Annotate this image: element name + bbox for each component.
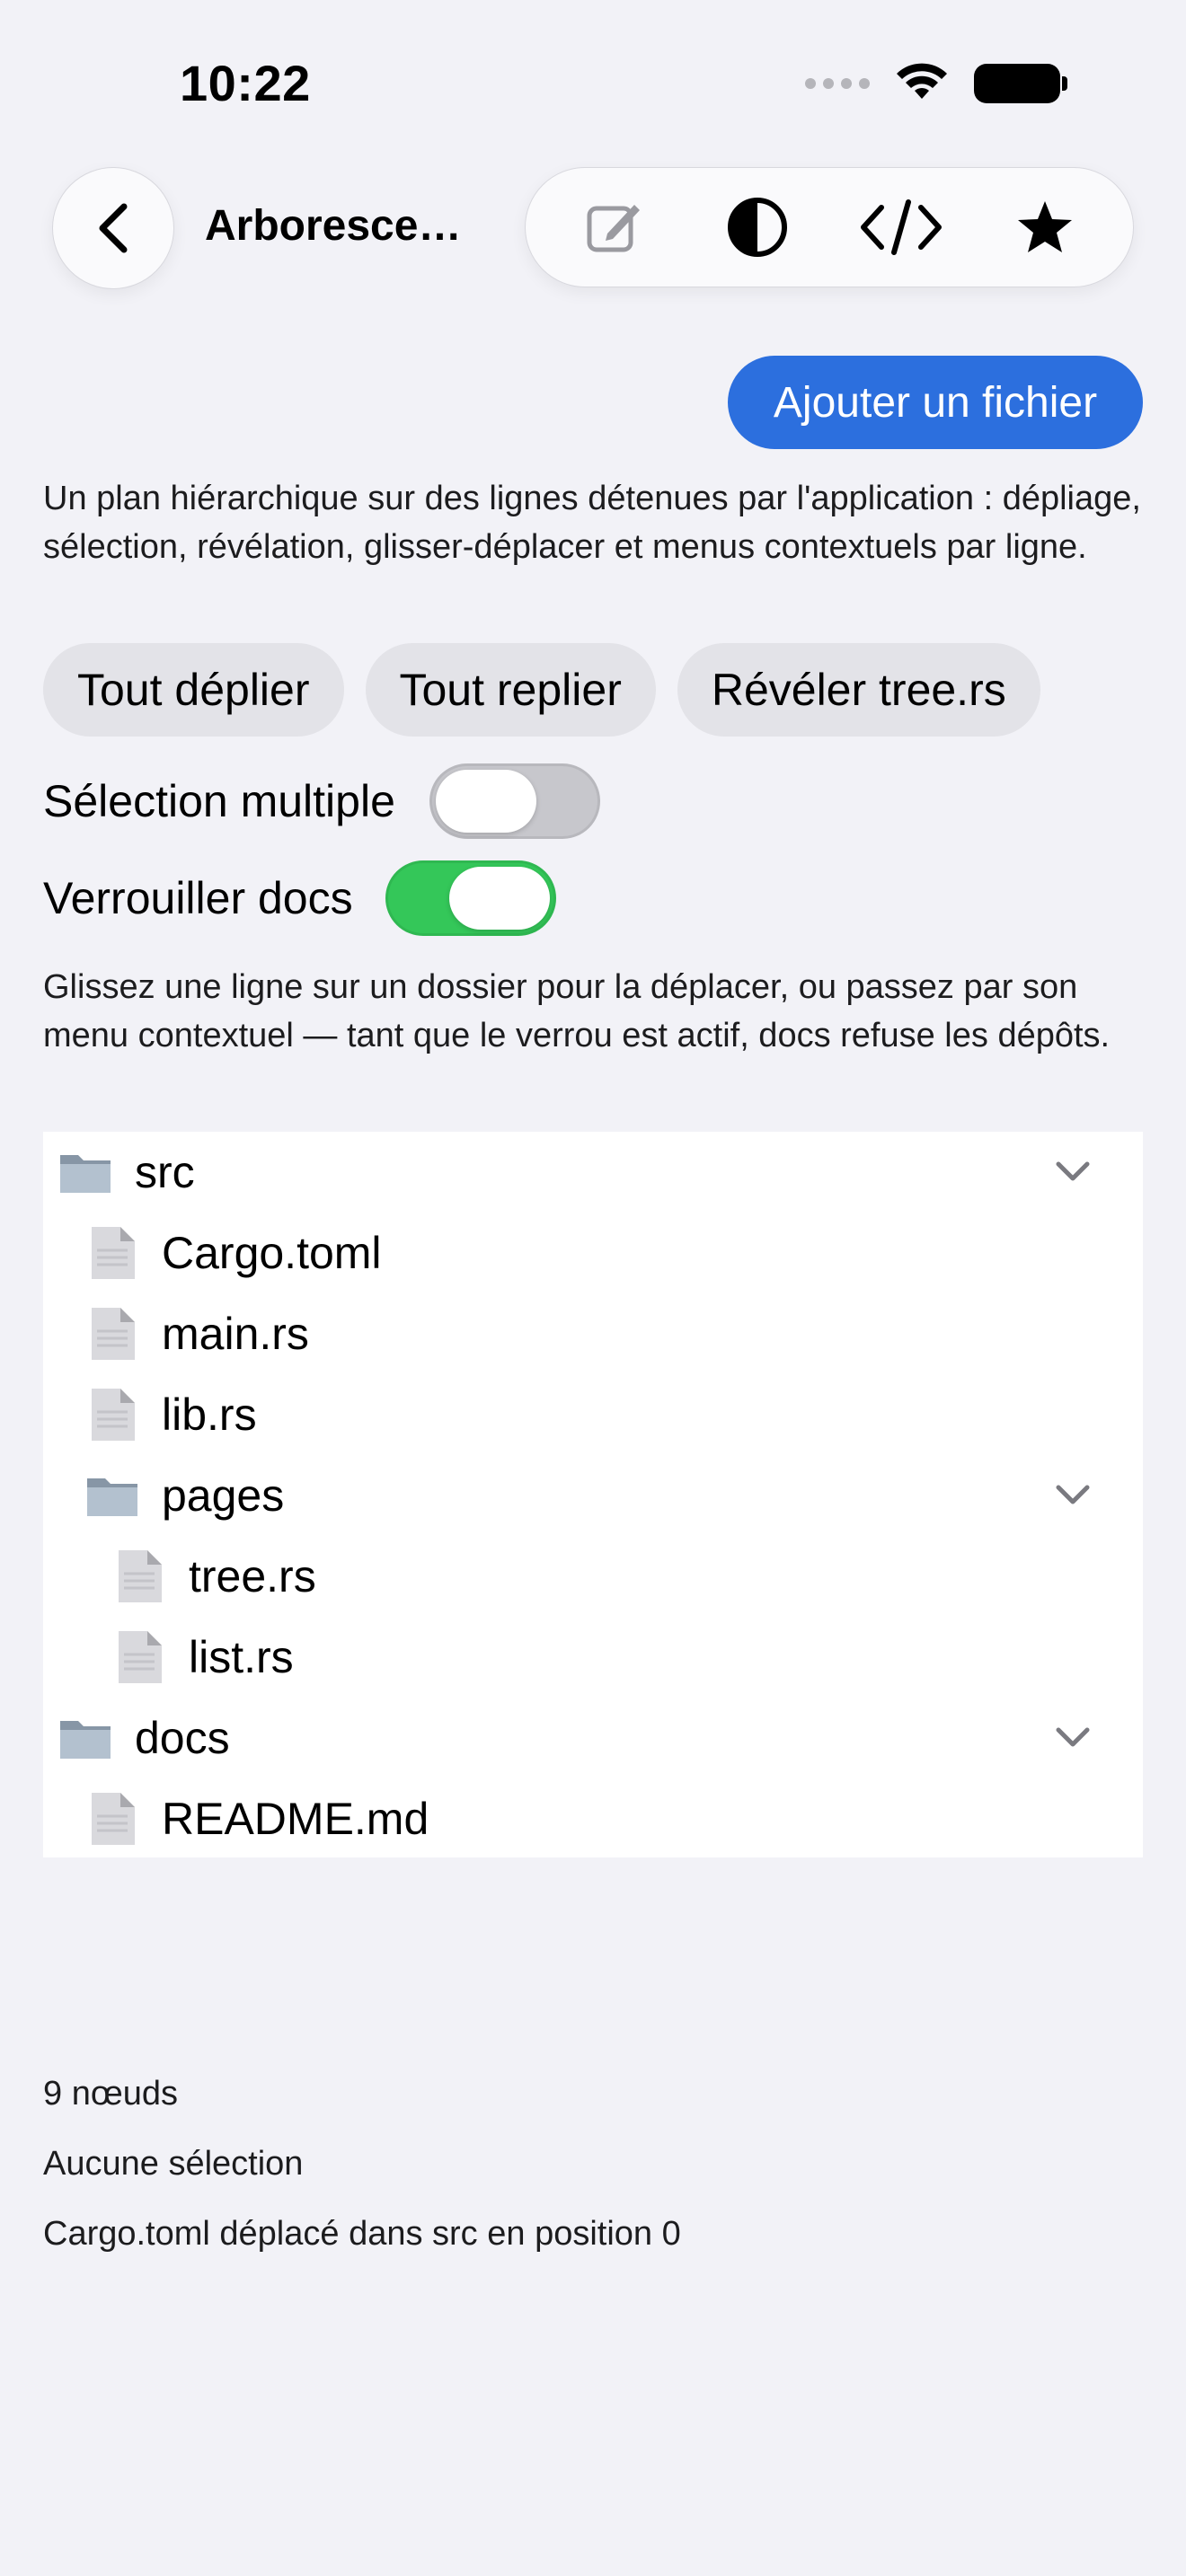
tree-row-label: src <box>135 1147 195 1197</box>
folder-icon <box>84 1468 140 1523</box>
status-indicators <box>805 63 1067 104</box>
tree-row[interactable]: docs <box>43 1698 1143 1778</box>
collapse-all-button[interactable]: Tout replier <box>365 643 656 737</box>
multi-select-label: Sélection multiple <box>43 776 395 826</box>
chevron-left-icon <box>99 203 128 253</box>
folder-icon <box>58 1710 113 1766</box>
outline-tree: src Cargo.toml main.rs lib.rs pages tree… <box>43 1132 1143 1857</box>
tree-row[interactable]: tree.rs <box>43 1536 1143 1617</box>
appearance-button[interactable] <box>704 173 811 281</box>
tree-row[interactable]: list.rs <box>43 1617 1143 1698</box>
back-button[interactable] <box>52 167 174 289</box>
file-icon <box>84 1387 140 1442</box>
last-action-status: Cargo.toml déplacé dans src en position … <box>43 2215 681 2253</box>
tree-row[interactable]: src <box>43 1132 1143 1213</box>
tree-row[interactable]: main.rs <box>43 1293 1143 1374</box>
folder-icon <box>58 1144 113 1200</box>
file-icon <box>111 1548 167 1604</box>
screen: 10:22 Arborescence Ajouter un fichier Un… <box>0 0 1186 2576</box>
file-icon <box>84 1791 140 1847</box>
edit-button[interactable] <box>560 173 668 281</box>
chevron-down-icon[interactable] <box>1053 1151 1093 1191</box>
favorite-button[interactable] <box>991 173 1099 281</box>
lock-docs-label: Verrouiller docs <box>43 873 353 923</box>
multi-select-toggle[interactable] <box>429 763 600 839</box>
tree-row-label: docs <box>135 1713 230 1763</box>
page-title: Arborescence <box>205 202 474 250</box>
status-time: 10:22 <box>180 55 311 111</box>
file-icon <box>111 1629 167 1685</box>
chevron-down-icon[interactable] <box>1053 1717 1093 1757</box>
code-icon <box>861 199 942 255</box>
wifi-icon <box>897 63 947 99</box>
add-file-button[interactable]: Ajouter un fichier <box>728 356 1143 449</box>
toolbar <box>525 167 1134 287</box>
tree-row-label: tree.rs <box>189 1551 316 1601</box>
tree-row[interactable]: README.md <box>43 1778 1143 1859</box>
lock-docs-row: Verrouiller docs <box>43 860 556 936</box>
description-text: Un plan hiérarchique sur des lignes déte… <box>43 480 1141 566</box>
lock-docs-toggle[interactable] <box>385 860 556 936</box>
selection-status: Aucune sélection <box>43 2145 304 2183</box>
code-button[interactable] <box>847 173 955 281</box>
star-icon <box>1018 201 1072 252</box>
tree-row-label: lib.rs <box>162 1389 257 1440</box>
chevron-down-icon[interactable] <box>1053 1475 1093 1514</box>
tree-row[interactable]: lib.rs <box>43 1374 1143 1455</box>
file-icon <box>84 1225 140 1281</box>
tree-row-label: list.rs <box>189 1632 294 1682</box>
battery-icon <box>974 64 1067 103</box>
tree-row-label: Cargo.toml <box>162 1228 382 1278</box>
tree-row-label: pages <box>162 1470 285 1521</box>
expand-all-button[interactable]: Tout déplier <box>43 643 344 737</box>
tree-row-label: main.rs <box>162 1309 309 1359</box>
cellular-signal-icon <box>805 78 870 89</box>
tree-row[interactable]: pages <box>43 1455 1143 1536</box>
multi-select-row: Sélection multiple <box>43 763 600 839</box>
reveal-tree-rs-button[interactable]: Révéler tree.rs <box>677 643 1040 737</box>
tree-row[interactable]: Cargo.toml <box>43 1213 1143 1293</box>
tree-actions: Tout déplier Tout replier Révéler tree.r… <box>43 643 1040 737</box>
node-count: 9 nœuds <box>43 2075 178 2113</box>
compose-icon <box>587 205 640 252</box>
tree-row-label: README.md <box>162 1794 429 1844</box>
file-icon <box>84 1306 140 1362</box>
contrast-icon <box>728 198 787 257</box>
hint-text: Glissez une ligne sur un dossier pour la… <box>43 968 1111 1054</box>
